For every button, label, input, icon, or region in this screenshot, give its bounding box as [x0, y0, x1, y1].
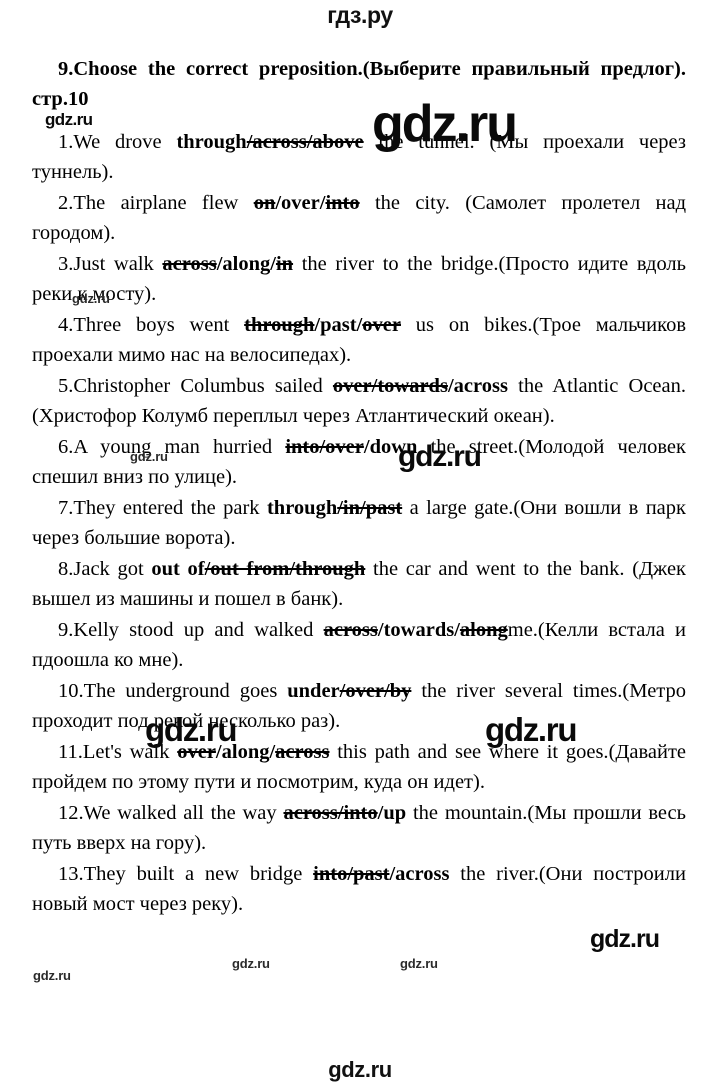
- q10-post: the river several times.: [411, 680, 623, 702]
- q5-struck-options: over/towards: [332, 375, 448, 397]
- q11-post: this path and see where it goes.: [329, 741, 609, 763]
- q4-number: 4.: [58, 314, 74, 336]
- q10-answer: under: [287, 680, 340, 702]
- q2-pre: The airplane flew: [73, 192, 254, 214]
- site-logo-bottom[interactable]: gdz.ru: [328, 1057, 392, 1083]
- q9-answer: /towards/: [377, 619, 460, 641]
- q7-pre: They entered the park: [73, 497, 267, 519]
- q13-post: the river.: [449, 863, 539, 885]
- q3-pre: Just walk: [73, 253, 163, 275]
- gdz-exercise-page: { "header": { "logo": "гдз.ру" }, "foote…: [0, 0, 720, 1089]
- q7-post: a large gate.: [402, 497, 514, 519]
- question-9: 9.Kelly stood up and walked across/towar…: [32, 616, 686, 675]
- q1-pre: We drove: [73, 131, 177, 153]
- q5-post: the Atlantic Ocean.: [507, 375, 686, 397]
- q12-post: the mountain.: [406, 802, 528, 824]
- question-6: 6.A young man hurried into/over/down the…: [32, 433, 686, 492]
- q10-number: 10.: [58, 680, 84, 702]
- q2-struck-option-1: on: [253, 192, 276, 214]
- q9-struck-option-1: across: [323, 619, 378, 641]
- q10-pre: The underground goes: [83, 680, 288, 702]
- q3-post: the river to the bridge.: [293, 253, 499, 275]
- question-10: 10.The underground goes under/over/by th…: [32, 677, 686, 736]
- q8-pre: Jack got: [73, 558, 152, 580]
- task-number: 9.: [58, 58, 74, 80]
- q10-struck-options: /over/by: [339, 680, 412, 702]
- question-8: 8.Jack got out of/out from/through the c…: [32, 555, 686, 614]
- q2-answer: /over/: [275, 192, 326, 214]
- q4-post: us on bikes.: [400, 314, 533, 336]
- q5-pre: Christopher Columbus sailed: [73, 375, 333, 397]
- q1-answer: through: [176, 131, 247, 153]
- q12-struck-options: across/into: [283, 802, 378, 824]
- q12-pre: We walked all the way: [83, 802, 284, 824]
- question-7: 7.They entered the park through/in/past …: [32, 494, 686, 553]
- q2-number: 2.: [58, 192, 74, 214]
- task-prompt-ru: (Выберите правильный предлог).: [362, 58, 686, 80]
- site-footer: gdz.ru: [0, 1057, 720, 1083]
- q7-answer: through: [266, 497, 338, 519]
- q6-post: the street.: [417, 436, 519, 458]
- watermark-8: gdz.ru: [590, 925, 660, 953]
- q1-post: the tunnel.: [363, 131, 490, 153]
- watermark-11: gdz.ru: [33, 968, 71, 983]
- q8-struck-options: /out from/through: [204, 558, 366, 580]
- exercise-content: 9.Choose the correct preposition.(Выбери…: [0, 54, 720, 921]
- q2-struck-option-2: into: [325, 192, 360, 214]
- q9-pre: Kelly stood up and walked: [73, 619, 324, 641]
- q13-number: 13.: [58, 863, 84, 885]
- q6-struck-options: into/over: [285, 436, 364, 458]
- q1-struck-options: /across/above: [246, 131, 364, 153]
- q5-number: 5.: [58, 375, 74, 397]
- site-header: гдз.ру: [0, 0, 720, 36]
- q4-pre: Three boys went: [73, 314, 245, 336]
- q4-struck-option-1: through: [244, 314, 315, 336]
- question-13: 13.They built a new bridge into/past/acr…: [32, 860, 686, 919]
- q11-answer: /along/: [215, 741, 276, 763]
- q9-number: 9.: [58, 619, 74, 641]
- q8-post: the car and went to the bank.: [365, 558, 633, 580]
- task-prompt-en: Choose the correct preposition.: [73, 58, 363, 80]
- question-3: 3.Just walk across/along/in the river to…: [32, 250, 686, 309]
- q13-struck-options: into/past: [313, 863, 390, 885]
- task-title: 9.Choose the correct preposition.(Выбери…: [32, 54, 686, 114]
- q12-answer: /up: [377, 802, 407, 824]
- q6-answer: /down: [363, 436, 418, 458]
- q8-number: 8.: [58, 558, 74, 580]
- question-5: 5.Christopher Columbus sailed over/towar…: [32, 372, 686, 431]
- q3-answer: /along/: [216, 253, 276, 275]
- q4-struck-option-2: over: [362, 314, 401, 336]
- q13-answer: /across: [389, 863, 450, 885]
- q2-post: the city.: [359, 192, 466, 214]
- question-12: 12.We walked all the way across/into/up …: [32, 799, 686, 858]
- q3-struck-option-1: across: [162, 253, 217, 275]
- site-logo-top[interactable]: гдз.ру: [327, 0, 393, 30]
- watermark-10: gdz.ru: [400, 956, 438, 971]
- q11-struck-option-2: across: [275, 741, 330, 763]
- q5-answer: /across: [447, 375, 508, 397]
- q6-pre: A young man hurried: [73, 436, 286, 458]
- q9-post: me.: [507, 619, 538, 641]
- q7-number: 7.: [58, 497, 74, 519]
- q7-struck-options: /in/past: [337, 497, 403, 519]
- q11-pre: Let's walk: [82, 741, 178, 763]
- watermark-9: gdz.ru: [232, 956, 270, 971]
- question-4: 4.Three boys went through/past/over us o…: [32, 311, 686, 370]
- q8-answer: out of: [151, 558, 205, 580]
- task-page-ref: стр.10: [32, 88, 89, 110]
- question-2: 2.The airplane flew on/over/into the cit…: [32, 189, 686, 248]
- q11-number: 11.: [58, 741, 83, 763]
- q1-number: 1.: [58, 131, 74, 153]
- q11-struck-option-1: over: [177, 741, 216, 763]
- q3-struck-option-2: in: [275, 253, 294, 275]
- q5-translation: (Христофор Колумб переплыл через Атланти…: [32, 404, 555, 427]
- q9-struck-option-2: along: [459, 619, 508, 641]
- question-11: 11.Let's walk over/along/across this pat…: [32, 738, 686, 797]
- q12-number: 12.: [58, 802, 84, 824]
- q3-number: 3.: [58, 253, 74, 275]
- q6-number: 6.: [58, 436, 74, 458]
- q4-answer: /past/: [314, 314, 363, 336]
- q13-pre: They built a new bridge: [83, 863, 314, 885]
- question-1: 1.We drove through/across/above the tunn…: [32, 128, 686, 187]
